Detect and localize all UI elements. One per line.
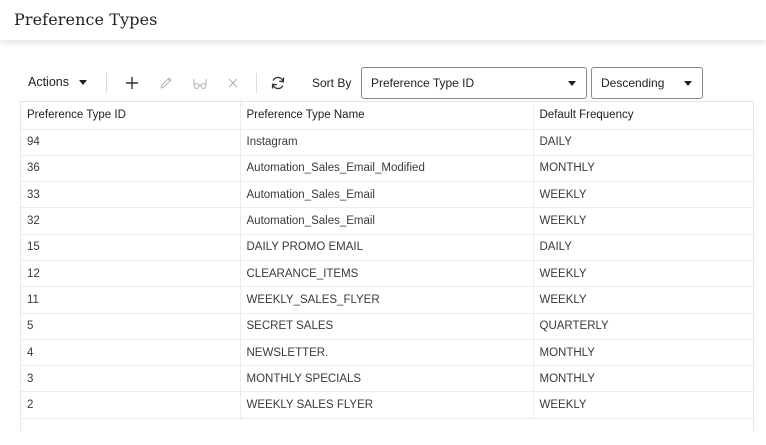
cell-frequency: WEEKLY: [532, 286, 755, 314]
cell-frequency: WEEKLY: [532, 260, 755, 288]
cell-frequency: MONTHLY: [532, 365, 755, 393]
cell-id: 36: [21, 155, 240, 183]
toolbar: Actions Sort By Preference Type ID Desce…: [20, 67, 754, 99]
toolbar-divider: [106, 73, 107, 93]
column-header-frequency[interactable]: Default Frequency: [532, 102, 755, 130]
cell-id: 32: [21, 207, 240, 235]
edit-icon: [160, 77, 172, 89]
table-body: 94 Instagram DAILY 36 Automation_Sales_Email…: [21, 129, 755, 419]
cell-id: 33: [21, 181, 240, 209]
cell-frequency: WEEKLY: [532, 207, 755, 235]
cell-name: WEEKLY_SALES_FLYER: [239, 286, 533, 314]
cell-id: 11: [21, 286, 240, 314]
sort-order-select[interactable]: Descending: [591, 67, 703, 99]
toolbar-divider: [256, 73, 257, 93]
actions-menu-button[interactable]: Actions: [28, 75, 87, 89]
table-header-row: Preference Type ID Preference Type Name …: [21, 102, 755, 130]
preference-types-table: Preference Type ID Preference Type Name …: [20, 101, 755, 431]
view-button[interactable]: [190, 73, 210, 93]
chevron-down-icon: [568, 81, 576, 86]
cell-frequency: QUARTERLY: [532, 313, 755, 340]
cell-frequency: DAILY: [532, 234, 755, 261]
cell-name: NEWSLETTER.: [239, 339, 533, 367]
column-header-name[interactable]: Preference Type Name: [239, 102, 533, 130]
cell-id: 5: [21, 313, 240, 340]
table-row[interactable]: 11 WEEKLY_SALES_FLYER WEEKLY: [21, 286, 755, 314]
chevron-down-icon: [684, 81, 692, 86]
add-button[interactable]: [122, 73, 142, 93]
add-icon: [126, 77, 138, 89]
table-row[interactable]: 12 CLEARANCE_ITEMS WEEKLY: [21, 260, 755, 288]
sort-order-value: Descending: [601, 76, 665, 90]
refresh-icon: [271, 76, 285, 90]
cell-frequency: WEEKLY: [532, 181, 755, 209]
cell-frequency: MONTHLY: [532, 155, 755, 183]
table-row[interactable]: 15 DAILY PROMO EMAIL DAILY: [21, 234, 755, 261]
table-row[interactable]: 36 Automation_Sales_Email_Modified MONTHLY: [21, 155, 755, 183]
cell-name: Automation_Sales_Email: [239, 181, 533, 209]
column-header-id[interactable]: Preference Type ID: [21, 102, 240, 130]
sort-field-select[interactable]: Preference Type ID: [361, 67, 587, 99]
cell-name: SECRET SALES: [239, 313, 533, 340]
cell-id: 2: [21, 391, 240, 419]
table-row[interactable]: 3 MONTHLY SPECIALS MONTHLY: [21, 365, 755, 393]
cell-frequency: DAILY: [532, 129, 755, 156]
delete-button[interactable]: [223, 73, 243, 93]
cell-id: 15: [21, 234, 240, 261]
page-title: Preference Types: [14, 10, 158, 29]
cell-name: DAILY PROMO EMAIL: [239, 234, 533, 261]
table-row[interactable]: 32 Automation_Sales_Email WEEKLY: [21, 207, 755, 235]
edit-button[interactable]: [156, 73, 176, 93]
cell-frequency: WEEKLY: [532, 391, 755, 419]
refresh-button[interactable]: [268, 73, 288, 93]
sort-by-label: Sort By: [312, 76, 352, 90]
sort-field-value: Preference Type ID: [371, 76, 475, 90]
cell-name: Automation_Sales_Email_Modified: [239, 155, 533, 183]
page-header: Preference Types: [0, 0, 766, 40]
cell-name: Instagram: [239, 129, 533, 156]
cell-frequency: MONTHLY: [532, 339, 755, 367]
table-row[interactable]: 94 Instagram DAILY: [21, 129, 755, 156]
view-icon: [193, 79, 207, 90]
table-row[interactable]: 5 SECRET SALES QUARTERLY: [21, 313, 755, 340]
delete-icon: [228, 78, 238, 88]
cell-name: WEEKLY SALES FLYER: [239, 391, 533, 419]
chevron-down-icon: [79, 79, 87, 85]
cell-id: 3: [21, 365, 240, 393]
cell-name: MONTHLY SPECIALS: [239, 365, 533, 393]
cell-name: CLEARANCE_ITEMS: [239, 260, 533, 288]
actions-label: Actions: [28, 75, 69, 89]
cell-name: Automation_Sales_Email: [239, 207, 533, 235]
cell-id: 94: [21, 129, 240, 156]
table-row[interactable]: 33 Automation_Sales_Email WEEKLY: [21, 181, 755, 209]
cell-id: 4: [21, 339, 240, 367]
table-row[interactable]: 4 NEWSLETTER. MONTHLY: [21, 339, 755, 367]
cell-id: 12: [21, 260, 240, 288]
table-row[interactable]: 2 WEEKLY SALES FLYER WEEKLY: [21, 391, 755, 419]
